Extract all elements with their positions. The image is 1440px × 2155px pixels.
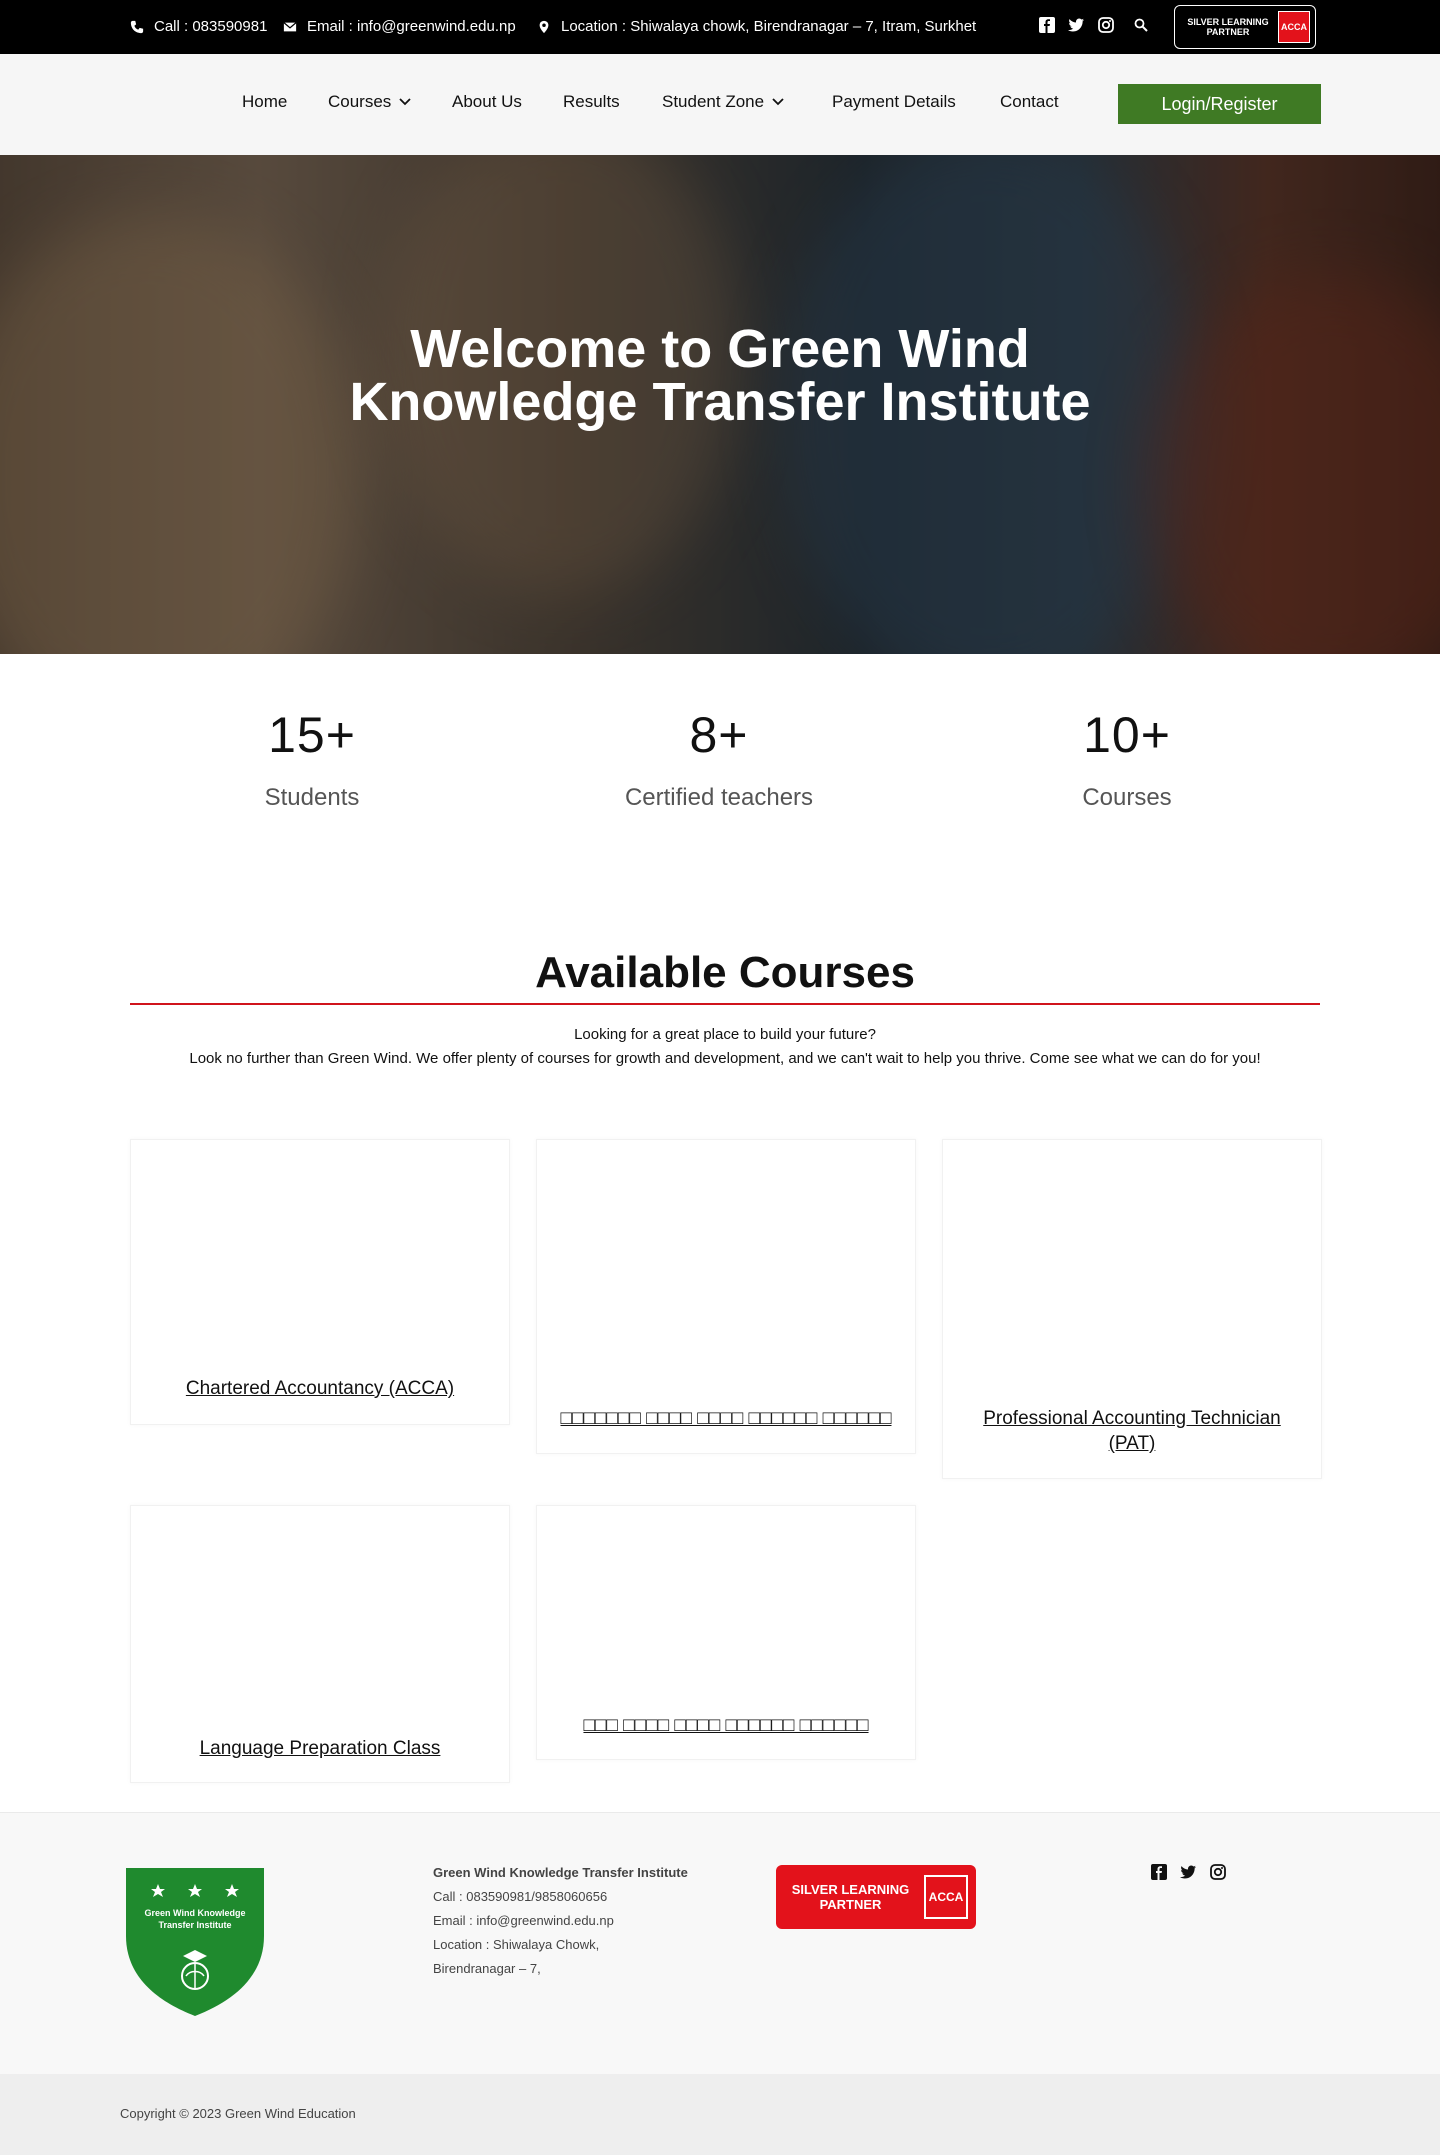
stat-label: Certified teachers [624, 784, 814, 811]
stat-value: 10+ [1083, 707, 1171, 763]
intro-line: Looking for a great place to build your … [574, 1026, 876, 1043]
twitter-icon[interactable] [1067, 16, 1085, 34]
nav-item-results[interactable]: Results [563, 92, 620, 112]
courses-intro: Looking for a great place to build your … [130, 1023, 1320, 1071]
course-card[interactable]: Chartered Accountancy (ACCA) [130, 1139, 510, 1425]
facebook-icon[interactable] [1150, 1863, 1168, 1881]
nav-item-payment-details[interactable]: Payment Details [832, 92, 956, 112]
hero-banner: Welcome to Green Wind Knowledge Transfer… [0, 155, 1440, 654]
instagram-icon[interactable] [1097, 16, 1115, 34]
main-nav: Home Courses About Us Results Student Zo… [0, 54, 1440, 155]
logo-text: Green Wind Knowledge Transfer Institute [144, 1908, 246, 1930]
call-text: Call : 083590981 [154, 18, 268, 35]
stat-label: Students [264, 784, 360, 811]
acca-logo: ACCA [924, 1875, 968, 1919]
stat-value: 8+ [689, 707, 749, 763]
course-title[interactable]: Professional Accounting Technician (PAT) [943, 1406, 1321, 1456]
section-divider [130, 1003, 1320, 1005]
footer-email[interactable]: Email : info@greenwind.edu.np [433, 1909, 693, 1933]
acca-badge-text: SILVER LEARNING PARTNER [1187, 17, 1269, 37]
green-wind-logo[interactable] [124, 1866, 266, 2018]
location-text: Location : Shiwalaya chowk, Birendranaga… [561, 18, 977, 35]
site-footer: Green Wind Knowledge Transfer Institute … [0, 1812, 1440, 2074]
facebook-icon[interactable] [1038, 16, 1056, 34]
footer-call[interactable]: Call : 083590981/9858060656 [433, 1885, 693, 1909]
nav-item-home[interactable]: Home [242, 92, 287, 112]
course-card[interactable]: □□□ □□□□ □□□□ □□□□□□ □□□□□□ [536, 1505, 916, 1760]
phone-icon [130, 20, 144, 33]
copyright-bar: Copyright © 2023 Green Wind Education [0, 2074, 1440, 2155]
hero-title: Welcome to Green Wind Knowledge Transfer… [349, 319, 1091, 432]
course-title[interactable]: Language Preparation Class [131, 1736, 509, 1761]
top-bar: Call : 083590981 Email : info@greenwind.… [0, 0, 1440, 54]
footer-location: Birendranagar – 7, [433, 1961, 541, 1976]
copyright-text: Copyright © 2023 Green Wind Education [120, 2106, 356, 2121]
nav-item-contact[interactable]: Contact [1000, 92, 1059, 112]
course-title[interactable]: □□□□□□□ □□□□ □□□□ □□□□□□ □□□□□□ [537, 1406, 915, 1431]
map-pin-icon [539, 20, 549, 33]
chevron-down-icon [399, 98, 411, 106]
course-card[interactable]: □□□□□□□ □□□□ □□□□ □□□□□□ □□□□□□ [536, 1139, 916, 1454]
instagram-icon[interactable] [1209, 1863, 1227, 1881]
chevron-down-icon [772, 98, 784, 106]
email-text: Email : info@greenwind.edu.np [307, 18, 516, 35]
acca-partner-badge[interactable]: SILVER LEARNING PARTNER ACCA [776, 1865, 976, 1929]
twitter-icon[interactable] [1179, 1863, 1197, 1881]
search-icon[interactable] [1134, 18, 1148, 32]
stat-courses: 10+ Courses [967, 706, 1287, 812]
stat-teachers: 8+ Certified teachers [559, 706, 879, 812]
course-card[interactable]: Professional Accounting Technician (PAT) [942, 1139, 1322, 1479]
nav-item-student-zone[interactable]: Student Zone [662, 92, 784, 112]
stat-label: Courses [1082, 784, 1172, 811]
course-title[interactable]: □□□ □□□□ □□□□ □□□□□□ □□□□□□ [537, 1713, 915, 1738]
nav-item-courses[interactable]: Courses [328, 92, 411, 112]
courses-section-title: Available Courses [535, 948, 915, 997]
nav-item-about-us[interactable]: About Us [452, 92, 522, 112]
footer-contact-info: Green Wind Knowledge Transfer Institute … [433, 1861, 693, 1981]
login-register-button[interactable]: Login/Register [1118, 84, 1321, 124]
location-info: Location : Shiwalaya chowk, Birendranaga… [537, 18, 976, 35]
acca-logo: ACCA [1278, 11, 1310, 43]
stat-students: 15+ Students [152, 706, 472, 812]
envelope-icon [283, 21, 297, 31]
stat-value: 15+ [268, 707, 356, 763]
footer-location: Location : Shiwalaya Chowk, [433, 1937, 600, 1952]
email-info[interactable]: Email : info@greenwind.edu.np [283, 18, 516, 35]
acca-badge-text: SILVER LEARNING PARTNER [791, 1882, 910, 1912]
course-card[interactable]: Language Preparation Class [130, 1505, 510, 1783]
intro-line: Look no further than Green Wind. We offe… [189, 1050, 1261, 1067]
acca-partner-badge[interactable]: SILVER LEARNING PARTNER ACCA [1174, 5, 1316, 49]
course-title[interactable]: Chartered Accountancy (ACCA) [131, 1376, 509, 1401]
call-info[interactable]: Call : 083590981 [130, 18, 267, 35]
footer-org-name: Green Wind Knowledge Transfer Institute [433, 1865, 688, 1880]
